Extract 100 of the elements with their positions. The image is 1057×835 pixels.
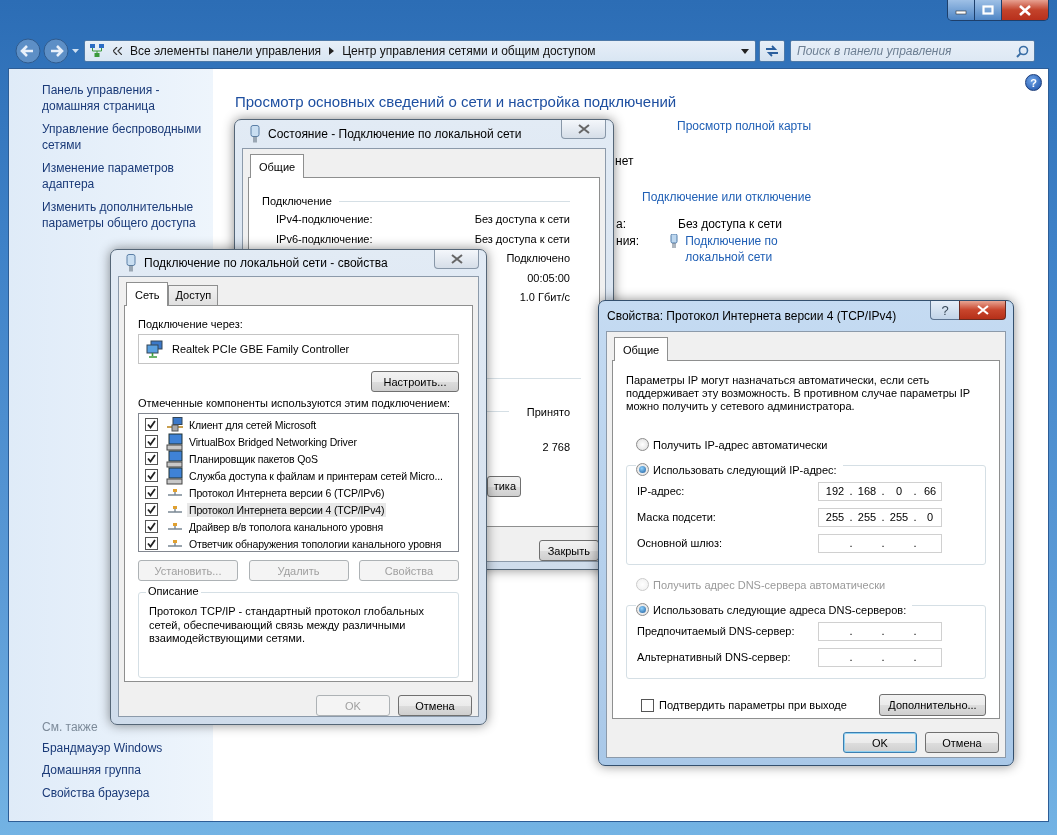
component-item[interactable]: Служба доступа к файлам и принтерам сетей Micro... — [187, 468, 445, 483]
group-heading: Подключение — [262, 195, 332, 207]
radio-button[interactable] — [636, 603, 649, 616]
close-button[interactable] — [434, 250, 479, 269]
breadcrumb-arrow-icon[interactable] — [329, 47, 335, 55]
access-value: Без доступа к сети — [678, 217, 782, 231]
field-label: IPv4-подключение: — [276, 213, 373, 227]
component-item[interactable]: Ответчик обнаружения топологии канального уровня — [187, 536, 444, 551]
component-item[interactable]: Планировщик пакетов QoS — [187, 451, 320, 466]
breadcrumb-item[interactable]: Все элементы панели управления — [130, 44, 322, 58]
checkbox[interactable] — [145, 418, 158, 431]
see-also-heading: См. также — [42, 719, 99, 734]
field-label: IPv6-подключение: — [276, 232, 373, 246]
plug-icon — [250, 125, 260, 143]
description-text: Протокол TCP/IP - стандартный протокол глобальных сетей, обеспечивающий связь между различными взаимодействующими сетями. — [149, 605, 425, 646]
search-field[interactable]: Поиск в панели управления — [790, 40, 1035, 62]
component-item[interactable]: VirtualBox Bridged Networking Driver — [187, 434, 359, 449]
sidebar-link[interactable]: Панель управления - домашняя страница — [42, 83, 210, 114]
close-icon — [450, 254, 463, 264]
forward-button[interactable] — [43, 38, 69, 64]
connect-link[interactable]: Подключение или отключение — [642, 190, 812, 204]
sidebar-link[interactable]: Изменить дополнительные параметры общего доступа — [42, 200, 210, 231]
sidebar-link[interactable]: Управление беспроводными сетями — [42, 122, 210, 153]
checkbox[interactable] — [145, 486, 158, 499]
component-item[interactable]: Протокол Интернета версии 6 (TCP/IPv6) — [187, 485, 387, 500]
radio-button[interactable] — [636, 438, 649, 451]
breadcrumb-item[interactable]: Центр управления сетями и общим доступом — [342, 44, 596, 58]
address-bar[interactable]: Все элементы панели управления Центр управления сетями и общим доступом — [84, 40, 756, 62]
sidebar-link[interactable]: Изменение параметров адаптера — [42, 161, 210, 192]
checkbox[interactable] — [145, 520, 158, 533]
dropdown-caret-icon[interactable] — [741, 48, 749, 54]
ip-address-field[interactable]: 192 . 168 . 0 . 66 — [818, 481, 942, 501]
sidebar-link[interactable]: Свойства браузера — [42, 785, 210, 801]
plug-icon — [126, 254, 136, 272]
sidebar-link[interactable]: Брандмауэр Windows — [42, 740, 210, 756]
history-dropdown-icon[interactable] — [72, 49, 79, 53]
radio-button[interactable] — [636, 463, 649, 476]
checkbox[interactable] — [145, 503, 158, 516]
configure-button[interactable]: Настроить... — [371, 371, 459, 392]
ip-address-field[interactable]: . . . — [818, 647, 942, 667]
ip-address-field[interactable]: 255 . 255 . 255 . 0 — [818, 507, 942, 527]
received-count: 2 768 — [542, 440, 570, 453]
advanced-button[interactable]: Дополнительно... — [879, 694, 986, 716]
field-label: Предпочитаемый DNS-сервер: — [637, 625, 795, 637]
checkbox[interactable] — [145, 435, 158, 448]
close-button[interactable] — [959, 301, 1006, 320]
network-icon — [89, 43, 105, 59]
field-label: Подключение через: — [138, 318, 244, 330]
maximize-button[interactable] — [975, 0, 1002, 20]
computer-icon — [166, 432, 184, 451]
access-label: а: — [616, 217, 626, 231]
computer-icon — [166, 466, 184, 485]
field-label: Альтернативный DNS-сервер: — [637, 651, 791, 663]
close-icon — [976, 305, 989, 315]
dialog-button[interactable]: Отмена — [398, 695, 472, 716]
tab[interactable]: Сеть — [126, 282, 169, 306]
plug-icon — [670, 234, 679, 249]
component-item[interactable]: Клиент для сетей Microsoft — [187, 417, 319, 432]
protocol-icon — [168, 523, 182, 530]
field-label: Основной шлюз: — [637, 537, 723, 549]
radio-label[interactable]: Получить IP-адрес автоматически — [653, 438, 828, 451]
close-button[interactable] — [1002, 0, 1048, 20]
minimize-button[interactable] — [948, 0, 975, 20]
dialog-button[interactable]: Отмена — [925, 732, 999, 753]
dialog-title: Состояние - Подключение по локальной сети — [268, 127, 522, 141]
sidebar-link[interactable]: Домашняя группа — [42, 763, 210, 779]
ip-address-field[interactable]: . . . — [818, 533, 942, 553]
refresh-icon — [764, 44, 780, 58]
network-computer-icon — [166, 416, 184, 433]
field-label: Маска подсети: — [637, 511, 716, 523]
ip-address-field[interactable]: . . . — [818, 621, 942, 641]
checkbox[interactable] — [145, 537, 158, 550]
checkbox[interactable] — [145, 452, 158, 465]
checkbox[interactable] — [641, 698, 654, 712]
chevrons-icon — [113, 47, 122, 55]
component-item[interactable]: Протокол Интернета версии 4 (TCP/IPv4) — [187, 502, 387, 517]
diagnose-button[interactable]: тика — [487, 475, 521, 497]
dialog-title: Подключение по локальной сети - свойства — [144, 256, 388, 270]
checkbox[interactable] — [145, 469, 158, 482]
dialog-button[interactable]: OK — [843, 732, 917, 753]
help-button[interactable]: ? — [930, 301, 959, 320]
tab[interactable]: Доступ — [168, 285, 219, 305]
close-button[interactable] — [561, 120, 606, 139]
field-value: Без доступа к сети — [474, 232, 570, 246]
tab[interactable]: Общие — [250, 154, 305, 178]
back-button[interactable] — [15, 38, 41, 64]
view-map-link[interactable]: Просмотр полной карты — [677, 119, 812, 133]
intro-text: Параметры IP могут назначаться автоматически, если сеть поддерживает эту возможность. В противном случае параметры IP можно получить у сетевого администратора. — [626, 374, 971, 413]
network-adapter-icon — [146, 340, 164, 358]
dialog-title: Свойства: Протокол Интернета версии 4 (TCP/IPv4) — [607, 309, 897, 323]
page-heading: Просмотр основных сведений о сети и настройка подключений — [235, 93, 677, 110]
connection-link[interactable]: Подключение по локальной сети — [685, 234, 791, 265]
group-heading: Описание — [146, 585, 201, 597]
checkbox-label[interactable]: Подтвердить параметры при выходе — [659, 699, 847, 711]
field-value: 1.0 Гбит/с — [519, 291, 570, 305]
network-text: нет — [615, 154, 634, 168]
component-item[interactable]: Драйвер в/в тополога канального уровня — [187, 519, 386, 534]
tab[interactable]: Общие — [614, 337, 669, 361]
close-dialog-button[interactable]: Закрыть — [538, 540, 599, 561]
refresh-button[interactable] — [759, 40, 785, 62]
